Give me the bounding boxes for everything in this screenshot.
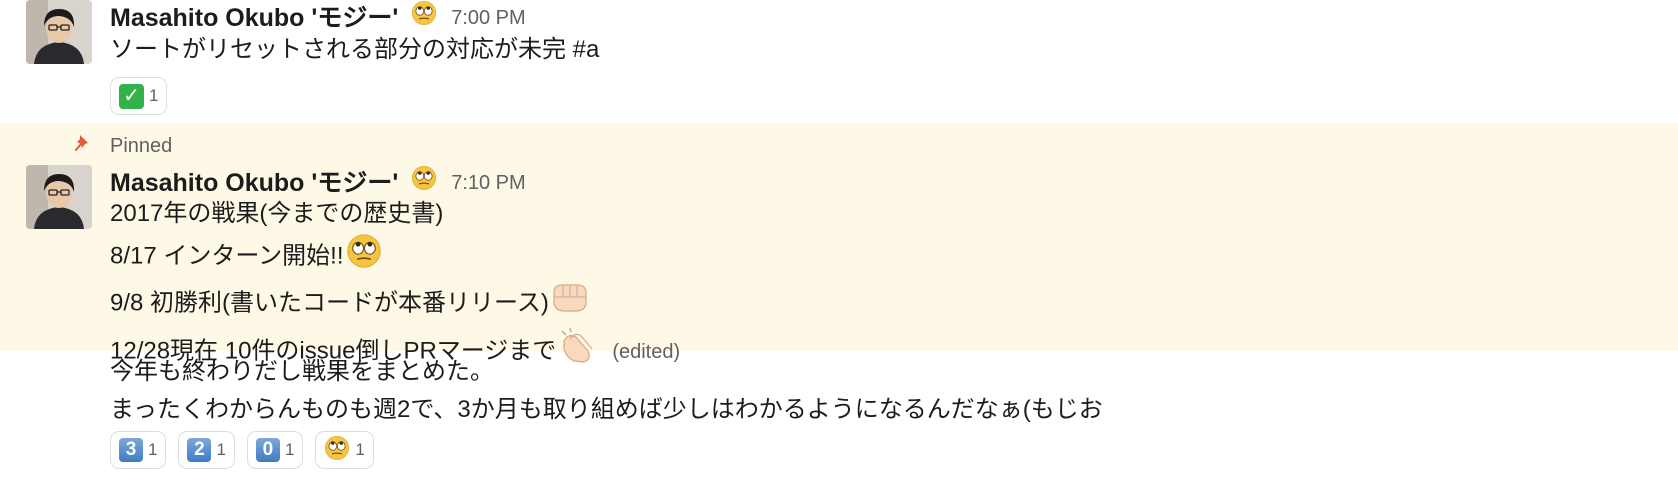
eye-roll-face-icon — [346, 233, 382, 281]
reaction-count: 1 — [284, 440, 295, 459]
reaction-count: 1 — [216, 440, 226, 459]
keycap-0-icon: 0 — [255, 438, 280, 462]
message-line: まったくわからんものも週2で、3か月も取り組めば少しはわかるようになるんだなぁ(… — [110, 396, 1103, 423]
reaction-count: 1 — [355, 440, 365, 459]
avatar[interactable] — [26, 165, 92, 229]
reaction-count: 1 — [148, 440, 158, 459]
message-line: 9/8 初勝利(書いたコードが本番リリース) — [110, 281, 1678, 327]
sender-name[interactable]: Masahito Okubo 'モジー' — [110, 4, 398, 32]
message-line: 8/17 インターン開始!! — [110, 233, 1678, 281]
reaction-keycap-3[interactable]: 3 1 — [110, 431, 167, 469]
message-line: 2017年の戦果(今までの歴史書) — [110, 195, 1678, 233]
reaction-eye-roll[interactable]: 1 — [315, 431, 374, 469]
message-3: 今年も終わりだし戦果をまとめた。 まったくわからんものも週2で、3か月も取り組め… — [0, 353, 1678, 469]
line-text: 9/8 初勝利(書いたコードが本番リリース) — [110, 289, 549, 317]
line-text: 2017年の戦果(今までの歴史書) — [110, 200, 444, 227]
timestamp[interactable]: 7:00 PM — [451, 7, 525, 29]
timestamp[interactable]: 7:10 PM — [451, 172, 525, 194]
message-line: 今年も終わりだし戦果をまとめた。 — [110, 358, 494, 385]
avatar[interactable] — [26, 0, 92, 64]
reaction-count: 1 — [149, 86, 159, 105]
message-text: ソートがリセットされる部分の対応が未完 #a — [110, 36, 600, 63]
reaction-keycap-2[interactable]: 2 1 — [178, 431, 235, 469]
reaction-keycap-0[interactable]: 0 1 — [246, 431, 304, 469]
message-header: Masahito Okubo 'モジー' 7:10 PM — [110, 165, 1678, 197]
keycap-2-icon: 2 — [187, 438, 212, 462]
sender-name[interactable]: Masahito Okubo 'モジー' — [110, 169, 398, 197]
message-1: Masahito Okubo 'モジー' 7:00 PM ソートがリセットされる… — [0, 0, 1678, 115]
line-text: 8/17 インターン開始!! — [110, 242, 344, 270]
message-2: Pinned Masahito Okubo 'モジー' 7:10 PM 2017… — [0, 133, 1678, 377]
message-header: Masahito Okubo 'モジー' 7:00 PM — [110, 0, 1678, 32]
white-check-mark-icon: ✓ — [119, 83, 144, 109]
pinned-label: Pinned — [110, 135, 173, 157]
eye-roll-face-icon — [324, 435, 350, 466]
fist-bump-icon — [551, 281, 589, 327]
reactions-bar: ✓ 1 — [110, 77, 1678, 115]
keycap-3-icon: 3 — [119, 438, 143, 462]
reaction-white-check-mark[interactable]: ✓ 1 — [110, 77, 168, 115]
reactions-bar: 3 1 2 1 0 1 1 — [110, 431, 1678, 469]
